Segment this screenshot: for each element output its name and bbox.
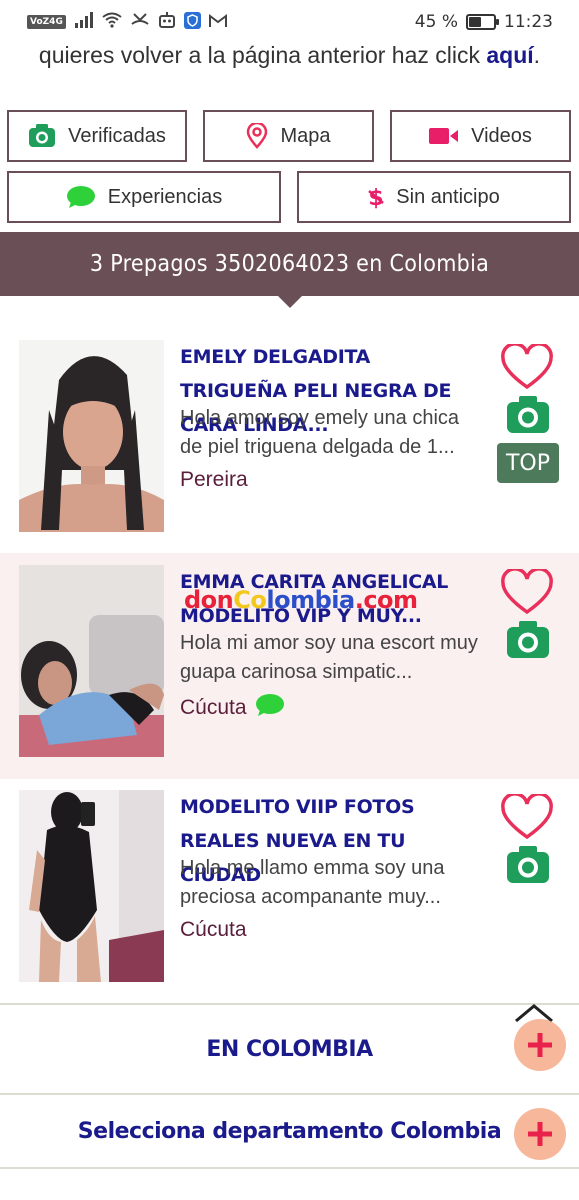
listing-city-label: Cúcuta bbox=[180, 918, 247, 941]
listing-photo[interactable] bbox=[19, 790, 164, 982]
listing-city: Cúcuta bbox=[180, 693, 285, 723]
clock: 11:23 bbox=[504, 12, 553, 32]
status-right: 45 % 11:23 bbox=[415, 12, 553, 32]
status-bar: VoZ4G 45 % 11:23 bbox=[0, 0, 579, 44]
listing-city-label: Cúcuta bbox=[180, 696, 247, 719]
results-banner: 3 Prepagos 3502064023 en Colombia bbox=[0, 232, 579, 296]
watermark-part-4: .com bbox=[354, 586, 418, 614]
carrier-badge: VoZ4G bbox=[27, 15, 66, 29]
mapa-button[interactable]: Mapa bbox=[203, 110, 374, 162]
banner-arrow bbox=[278, 296, 302, 308]
listing-description: Hola me llamo emma soy una preciosa acom… bbox=[180, 857, 445, 908]
back-text-suffix: . bbox=[533, 42, 541, 68]
experiencias-label: Experiencias bbox=[107, 185, 223, 208]
wifi-icon bbox=[102, 12, 122, 32]
bot-icon bbox=[158, 12, 176, 32]
listing-description: Hola mi amor soy una escort muy guapa ca… bbox=[180, 632, 478, 683]
verified-camera-icon bbox=[505, 845, 551, 890]
accordion-departamento[interactable]: Selecciona departamento Colombia bbox=[0, 1093, 579, 1169]
verificadas-label: Verificadas bbox=[68, 124, 166, 147]
back-link[interactable]: aquí bbox=[486, 42, 533, 68]
accordion-departamento-label: Selecciona departamento Colombia bbox=[77, 1118, 502, 1144]
gmail-icon bbox=[208, 13, 227, 32]
battery-icon bbox=[466, 14, 499, 30]
listing-city: Pereira bbox=[180, 468, 248, 492]
listing-city: Cúcuta bbox=[180, 918, 247, 942]
watermark-part-3: lombia bbox=[266, 586, 355, 614]
accordion-colombia-label: EN COLOMBIA bbox=[206, 1036, 373, 1062]
battery-fill bbox=[469, 17, 481, 27]
listing-description: Hola amor soy emely una chica de piel tr… bbox=[180, 407, 460, 458]
listing-photo[interactable] bbox=[19, 565, 164, 757]
mapa-label: Mapa bbox=[280, 124, 331, 147]
video-camera-icon bbox=[429, 126, 459, 146]
battery-percent: 45 % bbox=[414, 12, 458, 32]
signal-icon bbox=[74, 12, 94, 32]
videos-button[interactable]: Videos bbox=[390, 110, 571, 162]
heart-icon[interactable] bbox=[500, 792, 554, 845]
map-pin-icon bbox=[246, 123, 268, 149]
no-money-icon: $ bbox=[368, 183, 385, 211]
site-watermark: donColombia.com bbox=[184, 586, 418, 614]
missed-call-icon bbox=[130, 12, 150, 32]
shield-icon bbox=[183, 11, 201, 33]
videos-label: Videos bbox=[471, 124, 532, 147]
sin-anticipo-button[interactable]: $ Sin anticipo bbox=[297, 171, 571, 223]
verified-camera-icon bbox=[505, 620, 551, 665]
watermark-part-1: don bbox=[184, 586, 234, 614]
top-badge: TOP bbox=[497, 443, 559, 483]
listing-city-label: Pereira bbox=[180, 468, 248, 491]
plus-icon[interactable] bbox=[514, 1108, 566, 1160]
sin-anticipo-label: Sin anticipo bbox=[396, 185, 500, 208]
verificadas-button[interactable]: Verificadas bbox=[7, 110, 187, 162]
camera-icon bbox=[28, 124, 56, 148]
plus-icon[interactable] bbox=[514, 1019, 566, 1071]
accordion-colombia[interactable]: EN COLOMBIA bbox=[0, 1003, 579, 1093]
back-text-label: quieres volver a la página anterior haz … bbox=[38, 42, 487, 68]
listing-photo[interactable] bbox=[19, 340, 164, 532]
heart-icon[interactable] bbox=[500, 567, 554, 620]
back-text: quieres volver a la página anterior haz … bbox=[0, 42, 579, 69]
heart-icon[interactable] bbox=[500, 342, 554, 395]
watermark-part-2: Co bbox=[233, 586, 267, 614]
experience-chat-icon bbox=[255, 693, 285, 723]
results-title: 3 Prepagos 3502064023 en Colombia bbox=[89, 251, 490, 277]
listing-card[interactable]: MODELITO VIIP FOTOS REALES NUEVA EN TU C… bbox=[0, 778, 579, 1004]
verified-camera-icon bbox=[505, 395, 551, 440]
chat-bubble-icon bbox=[66, 185, 96, 209]
experiencias-button[interactable]: Experiencias bbox=[7, 171, 281, 223]
listing-card[interactable]: EMELY DELGADITA TRIGUEÑA PELI NEGRA DE C… bbox=[0, 328, 579, 554]
status-left: VoZ4G bbox=[27, 11, 227, 33]
